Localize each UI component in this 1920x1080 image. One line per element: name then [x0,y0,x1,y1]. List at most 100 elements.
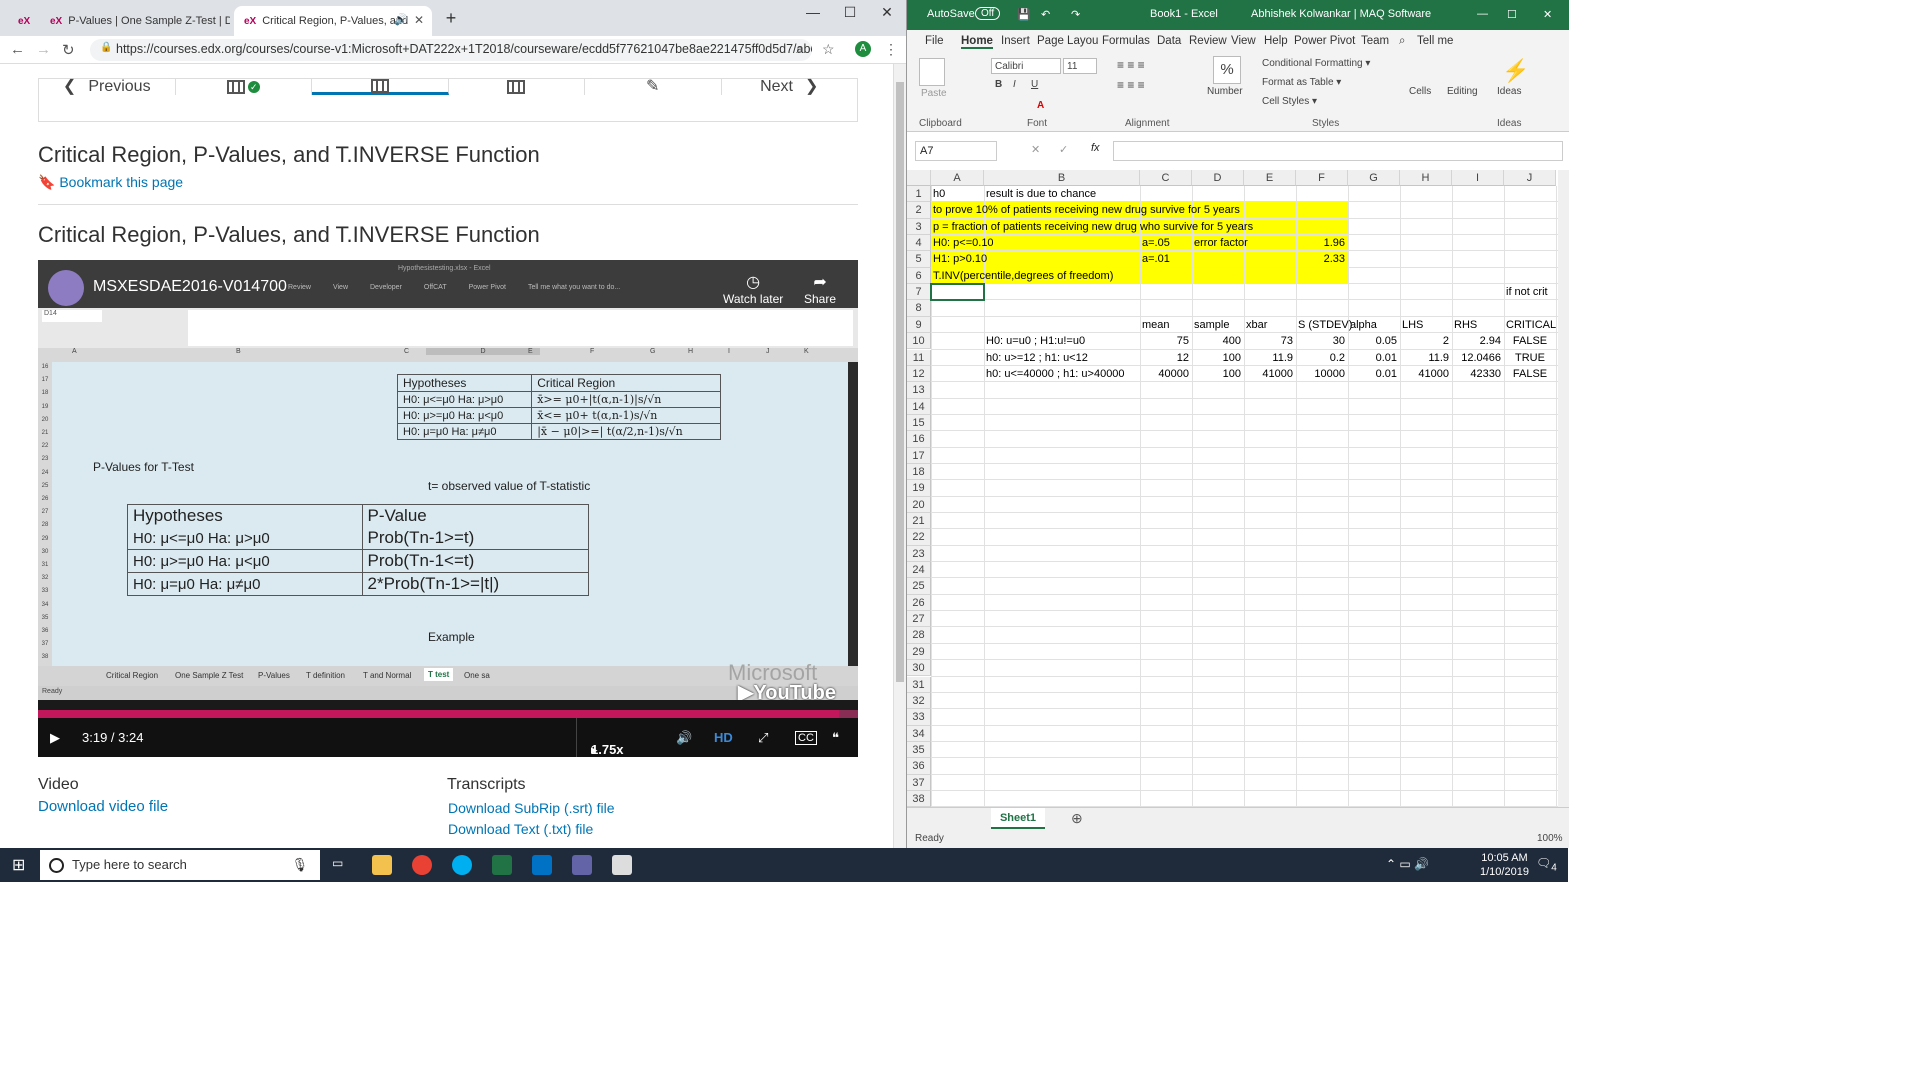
column-header[interactable]: A [931,170,984,186]
cell-h12[interactable]: 41000 [1400,366,1449,382]
taskbar-search[interactable]: Type here to search 🎙 [40,850,320,880]
cell-b12[interactable]: h0: u<=40000 ; h1: u>40000 [986,366,1125,382]
cell-g12[interactable]: 0.01 [1348,366,1397,382]
windows-start-icon[interactable]: ⊞ [12,855,25,875]
row-header[interactable]: 8 [907,300,931,317]
cell-e11[interactable]: 11.9 [1244,350,1293,366]
row-header[interactable]: 34 [907,725,931,742]
row-header[interactable]: 14 [907,398,931,415]
excel-scrollbar[interactable] [1558,170,1569,807]
column-header[interactable]: F [1296,170,1348,186]
row-header[interactable]: 24 [907,562,931,579]
cell-f9[interactable]: S (STDEV) [1298,317,1352,333]
progress-bar[interactable] [38,710,858,718]
outlook-icon[interactable] [532,855,552,875]
cells-button[interactable]: Cells [1409,86,1431,97]
unit-tab-2[interactable] [312,78,449,95]
cell-f12[interactable]: 10000 [1296,366,1345,382]
paste-icon[interactable] [919,58,945,86]
percent-icon[interactable]: % [1213,56,1241,84]
active-cell[interactable] [930,283,985,302]
menu-team[interactable]: Team [1361,35,1389,47]
cell-f10[interactable]: 30 [1296,333,1345,349]
play-icon[interactable]: ▶ [50,730,60,746]
column-header[interactable]: C [1140,170,1192,186]
menu-review[interactable]: Review [1189,35,1227,47]
sheet-tab-sheet1[interactable]: Sheet1 [991,808,1045,829]
underline-icon[interactable]: U [1031,79,1038,90]
forward-icon[interactable]: → [36,41,51,58]
cell-i11[interactable]: 12.0466 [1452,350,1501,366]
close-tab-icon[interactable]: ✕ [414,13,424,27]
cancel-icon[interactable]: ✕ [1031,143,1040,156]
teams-icon[interactable] [572,855,592,875]
row-header[interactable]: 7 [907,284,931,301]
minimize-icon[interactable]: — [798,4,828,20]
row-header[interactable]: 38 [907,790,931,807]
row-header[interactable]: 17 [907,447,931,464]
excel-icon[interactable] [492,855,512,875]
video-player[interactable]: Hypothesistesting.xlsx - Excel Review Vi… [38,260,858,757]
column-header[interactable]: G [1348,170,1400,186]
cell-d10[interactable]: 400 [1192,333,1241,349]
save-icon[interactable]: 💾 [1017,8,1031,21]
row-header[interactable]: 19 [907,480,931,497]
previous-button[interactable]: ❮ Previous [39,79,176,95]
row-header[interactable]: 13 [907,382,931,399]
reload-icon[interactable]: ↻ [62,41,75,59]
new-tab-icon[interactable]: + [436,8,466,29]
tab-critical-region[interactable]: eX Critical Region, P-Values, and 🔊 ✕ [234,6,432,36]
column-header[interactable]: D [1192,170,1244,186]
download-srt-link[interactable]: Download SubRip (.srt) file [448,800,615,816]
cell-i10[interactable]: 2.94 [1452,333,1501,349]
row-header[interactable]: 36 [907,758,931,775]
hd-button[interactable]: HD [714,730,733,745]
cell-f11[interactable]: 0.2 [1296,350,1345,366]
bookmark-button[interactable]: 🔖 Bookmark this page [38,174,183,191]
row-header[interactable]: 9 [907,316,931,334]
watch-later-button[interactable]: ◷ Watch later [723,272,783,306]
menu-insert[interactable]: Insert [1001,35,1030,47]
worksheet-grid[interactable]: A B C D E F G H I J 1 2 3 4 5 6 7 8 9 10 11 12 13 14 15 16 17 18 19 2… [907,170,1558,807]
menu-data[interactable]: Data [1157,35,1181,47]
tray-icons[interactable]: ⌃ ▭ 🔊 [1386,857,1429,871]
cell-c10[interactable]: 75 [1140,333,1189,349]
row-header[interactable]: 27 [907,611,931,628]
tab-pinned[interactable]: eX [8,6,38,36]
cell-b11[interactable]: h0: u>=12 ; h1: u<12 [986,350,1088,366]
formula-input[interactable] [1113,141,1563,161]
cell-a6[interactable]: T.INV(percentile,degrees of freedom) [933,268,1113,284]
cell-d11[interactable]: 100 [1192,350,1241,366]
row-header[interactable]: 29 [907,643,931,661]
unit-tab-1[interactable]: ✓ [176,79,312,95]
next-button[interactable]: Next ❯ [722,79,858,95]
cell-h9[interactable]: LHS [1402,317,1423,333]
clock[interactable]: 10:05 AM 1/10/2019 [1480,851,1529,879]
zoom-icon[interactable]: ⌕ [796,41,803,57]
row-header[interactable]: 31 [907,676,931,693]
row-header[interactable]: 6 [907,267,931,285]
task-view-icon[interactable]: ▭ [332,856,343,870]
menu-icon[interactable]: ⋮ [884,41,898,58]
download-txt-link[interactable]: Download Text (.txt) file [448,821,593,837]
cell-h11[interactable]: 11.9 [1400,350,1449,366]
add-sheet-icon[interactable]: ⊕ [1071,810,1083,827]
zoom-level[interactable]: 100% [1537,833,1563,844]
align-icon[interactable]: ≡ ≡ ≡ [1117,78,1145,92]
row-header[interactable]: 22 [907,529,931,546]
row-header[interactable]: 25 [907,578,931,595]
row-header[interactable]: 23 [907,545,931,563]
cell-i12[interactable]: 42330 [1452,366,1501,382]
cell-j9[interactable]: CRITICAL [1506,317,1556,333]
row-header[interactable]: 26 [907,594,931,612]
bold-icon[interactable]: B [995,79,1002,90]
row-header[interactable]: 35 [907,741,931,759]
row-header[interactable]: 28 [907,627,931,644]
cell-c4[interactable]: a=.05 [1142,235,1170,251]
italic-icon[interactable]: I [1013,79,1016,90]
row-header[interactable]: 3 [907,218,931,236]
cell-a2[interactable]: to prove 10% of patients receiving new d… [933,202,1240,218]
cell-c11[interactable]: 12 [1140,350,1189,366]
cell-i9[interactable]: RHS [1454,317,1477,333]
align-icon[interactable]: ≡ ≡ ≡ [1117,58,1145,72]
